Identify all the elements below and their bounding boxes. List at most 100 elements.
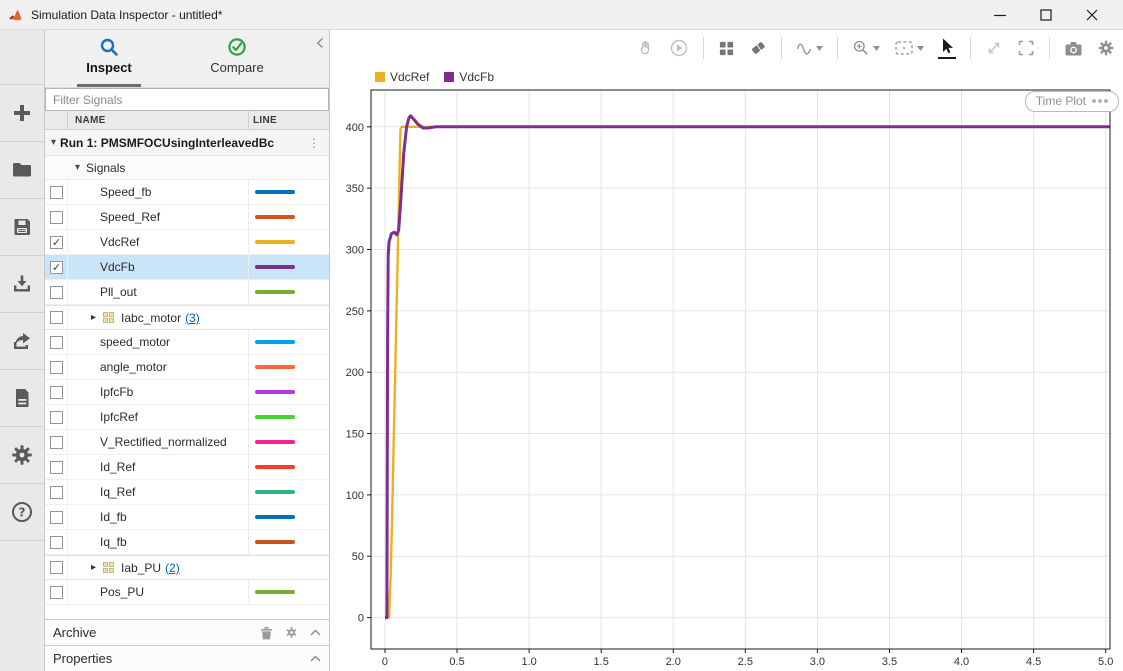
settings-gear-icon	[1097, 39, 1115, 57]
signal-name: Speed_Ref	[100, 210, 160, 224]
minimize-button[interactable]	[977, 0, 1023, 29]
signal-name: IpfcFb	[100, 385, 133, 399]
archive-section-bar[interactable]: Archive	[45, 619, 329, 645]
signal-checkbox[interactable]	[50, 511, 63, 524]
signal-row[interactable]: Pos_PU	[45, 580, 329, 605]
signal-checkbox[interactable]	[50, 486, 63, 499]
bus-grid-icon	[103, 312, 114, 323]
signal-row[interactable]: IpfcFb	[45, 380, 329, 405]
pan-button[interactable]	[637, 39, 655, 57]
layout-grid-button[interactable]	[718, 40, 735, 57]
eraser-button[interactable]	[749, 39, 767, 57]
signal-checkbox[interactable]: ✓	[50, 236, 63, 249]
svg-text:0.5: 0.5	[449, 656, 464, 668]
signal-row[interactable]: V_Rectified_normalized	[45, 430, 329, 455]
signal-checkbox[interactable]	[50, 586, 63, 599]
legend-label: VdcFb	[459, 70, 494, 84]
badge-menu-dots-icon[interactable]	[1092, 99, 1108, 103]
fit-diagonal-button[interactable]	[985, 39, 1003, 57]
signal-row[interactable]: IpfcRef	[45, 405, 329, 430]
zoom-in-button[interactable]	[852, 39, 880, 57]
properties-section-bar[interactable]: Properties	[45, 645, 329, 671]
signal-checkbox[interactable]	[50, 286, 63, 299]
fullscreen-button[interactable]	[1017, 39, 1035, 57]
zoom-rect-button[interactable]	[894, 40, 924, 56]
maximize-button[interactable]	[1023, 0, 1069, 29]
expand-bus-icon[interactable]: ▸	[91, 312, 96, 323]
signal-row[interactable]: speed_motor	[45, 330, 329, 355]
tab-inspect[interactable]: Inspect	[45, 30, 173, 87]
collapse-archive-icon[interactable]	[310, 629, 321, 636]
add-button[interactable]	[0, 85, 44, 142]
signal-name: speed_motor	[100, 335, 170, 349]
save-button[interactable]	[0, 199, 44, 256]
signal-name: Pll_out	[100, 285, 137, 299]
name-column-header: NAME	[75, 115, 106, 126]
signal-row[interactable]: Iq_fb	[45, 530, 329, 555]
tab-compare[interactable]: Compare	[173, 30, 301, 87]
signal-count-link[interactable]: (2)	[165, 561, 180, 575]
signal-checkbox[interactable]	[50, 561, 63, 574]
signal-row[interactable]: Id_Ref	[45, 455, 329, 480]
collapse-properties-icon[interactable]	[310, 655, 321, 662]
legend-item[interactable]: VdcFb	[444, 70, 494, 84]
collapse-group-icon[interactable]: ▾	[75, 162, 80, 173]
search-icon	[99, 37, 119, 57]
expand-bus-icon[interactable]: ▸	[91, 562, 96, 573]
chart-toolbar	[330, 30, 1123, 66]
signal-row[interactable]: angle_motor	[45, 355, 329, 380]
collapse-run-icon[interactable]: ▾	[51, 137, 56, 148]
signal-checkbox[interactable]	[50, 186, 63, 199]
settings-button[interactable]	[1097, 39, 1115, 57]
signal-checkbox[interactable]	[50, 386, 63, 399]
svg-text:1.0: 1.0	[521, 656, 536, 668]
signal-checkbox[interactable]	[50, 361, 63, 374]
signal-row[interactable]: Pll_out	[45, 280, 329, 305]
signal-row[interactable]: Speed_fb	[45, 180, 329, 205]
open-button[interactable]	[0, 142, 44, 199]
signals-group-row[interactable]: ▾ Signals	[45, 156, 329, 180]
export-button[interactable]	[0, 313, 44, 370]
signal-checkbox[interactable]	[50, 211, 63, 224]
help-button[interactable]: ?	[0, 484, 44, 541]
signal-checkbox[interactable]	[50, 436, 63, 449]
signal-row[interactable]: ✓VdcRef	[45, 230, 329, 255]
close-button[interactable]	[1069, 0, 1115, 29]
signal-checkbox[interactable]	[50, 461, 63, 474]
signal-row[interactable]: Iq_Ref	[45, 480, 329, 505]
signal-row[interactable]: Speed_Ref	[45, 205, 329, 230]
line-color-swatch	[255, 515, 295, 519]
legend-swatch	[375, 72, 385, 82]
filter-signals-input[interactable]	[45, 88, 329, 111]
run-row[interactable]: ▾ Run 1: PMSMFOCUsingInterleavedBc ⋮	[45, 130, 329, 156]
signal-checkbox[interactable]	[50, 336, 63, 349]
signal-count-link[interactable]: (3)	[185, 311, 200, 325]
time-plot-badge[interactable]: Time Plot	[1025, 91, 1119, 112]
svg-text:3.0: 3.0	[810, 656, 825, 668]
trash-icon[interactable]	[260, 626, 273, 640]
line-color-swatch	[255, 340, 295, 344]
snapshot-button[interactable]	[1064, 40, 1083, 57]
preferences-button[interactable]	[0, 427, 44, 484]
run-menu-icon[interactable]: ⋮	[308, 136, 320, 150]
replay-button[interactable]	[669, 38, 689, 58]
collapse-panel-icon[interactable]	[316, 36, 324, 54]
signal-checkbox[interactable]	[50, 536, 63, 549]
signal-wave-button[interactable]	[796, 40, 823, 57]
signal-checkbox[interactable]	[50, 311, 63, 324]
import-button[interactable]	[0, 256, 44, 313]
signal-row[interactable]: ✓VdcFb	[45, 255, 329, 280]
signal-checkbox[interactable]	[50, 411, 63, 424]
report-button[interactable]	[0, 370, 44, 427]
pointer-button[interactable]	[938, 37, 956, 59]
legend-item[interactable]: VdcRef	[375, 70, 429, 84]
plot-svg[interactable]: 00.51.01.52.02.53.03.54.04.55.0050100150…	[330, 66, 1123, 671]
bus-row[interactable]: ▸Iab_PU(2)	[45, 555, 329, 580]
run-label: Run 1: PMSMFOCUsingInterleavedBc	[60, 136, 288, 150]
pointer-arrow-icon	[938, 37, 956, 55]
bus-row[interactable]: ▸Iabc_motor(3)	[45, 305, 329, 330]
dropdown-caret-icon	[816, 46, 823, 51]
signal-row[interactable]: Id_fb	[45, 505, 329, 530]
signal-checkbox[interactable]: ✓	[50, 261, 63, 274]
archive-gear-icon[interactable]	[285, 626, 298, 639]
